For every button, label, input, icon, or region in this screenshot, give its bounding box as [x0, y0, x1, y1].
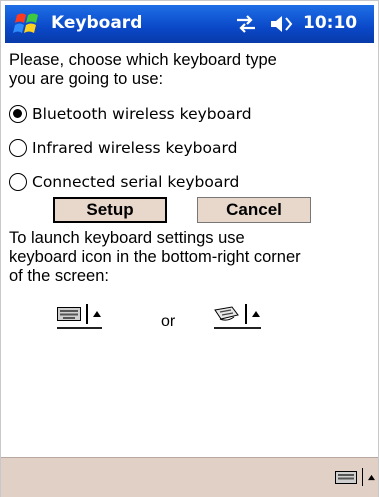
separator [86, 304, 88, 324]
device-screen: Keyboard 10:10 Please, choose which keyb… [0, 0, 379, 497]
radio-label: Bluetooth wireless keyboard [32, 105, 252, 123]
prompt-text: Please, choose which keyboard type you a… [9, 51, 369, 89]
input-arrow-icon[interactable] [367, 474, 376, 481]
keyboard-icon-sample [57, 301, 102, 329]
prompt-line: Please, choose which keyboard type [9, 51, 277, 69]
radio-button[interactable] [9, 139, 27, 157]
radio-option-infrared[interactable]: Infrared wireless keyboard [9, 135, 237, 161]
keyboard-icon[interactable] [334, 470, 357, 484]
instruction-line: of the screen: [9, 267, 109, 285]
connectivity-icon[interactable] [235, 14, 257, 34]
infrared-keyboard-icon-sample [214, 301, 261, 329]
speaker-icon[interactable] [269, 14, 295, 34]
separator [361, 468, 363, 486]
bottom-menu-bar [1, 457, 378, 497]
windows-start-icon[interactable] [11, 9, 43, 39]
instruction-line: keyboard icon in the bottom-right corner [9, 248, 301, 266]
keyboard-icon [57, 307, 81, 321]
radio-button[interactable] [9, 173, 27, 191]
instruction-line: To launch keyboard settings use [9, 229, 245, 247]
infrared-keyboard-icon [214, 306, 239, 321]
up-arrow-icon [92, 311, 101, 317]
separator [245, 304, 247, 324]
radio-label: Connected serial keyboard [32, 173, 240, 191]
or-label: or [161, 313, 176, 330]
prompt-line: you are going to use: [9, 70, 164, 88]
radio-option-serial[interactable]: Connected serial keyboard [9, 169, 239, 195]
radio-button-selected[interactable] [9, 105, 27, 123]
cancel-button[interactable]: Cancel [197, 197, 311, 223]
clock[interactable]: 10:10 [303, 13, 357, 33]
input-panel-button[interactable] [334, 468, 377, 486]
window-title: Keyboard [51, 13, 143, 33]
radio-label: Infrared wireless keyboard [32, 139, 238, 157]
radio-option-bluetooth[interactable]: Bluetooth wireless keyboard [9, 101, 252, 127]
title-bar: Keyboard 10:10 [5, 5, 374, 43]
launch-instructions: To launch keyboard settings use keyboard… [9, 229, 371, 286]
up-arrow-icon [251, 311, 260, 317]
setup-button[interactable]: Setup [53, 197, 167, 223]
